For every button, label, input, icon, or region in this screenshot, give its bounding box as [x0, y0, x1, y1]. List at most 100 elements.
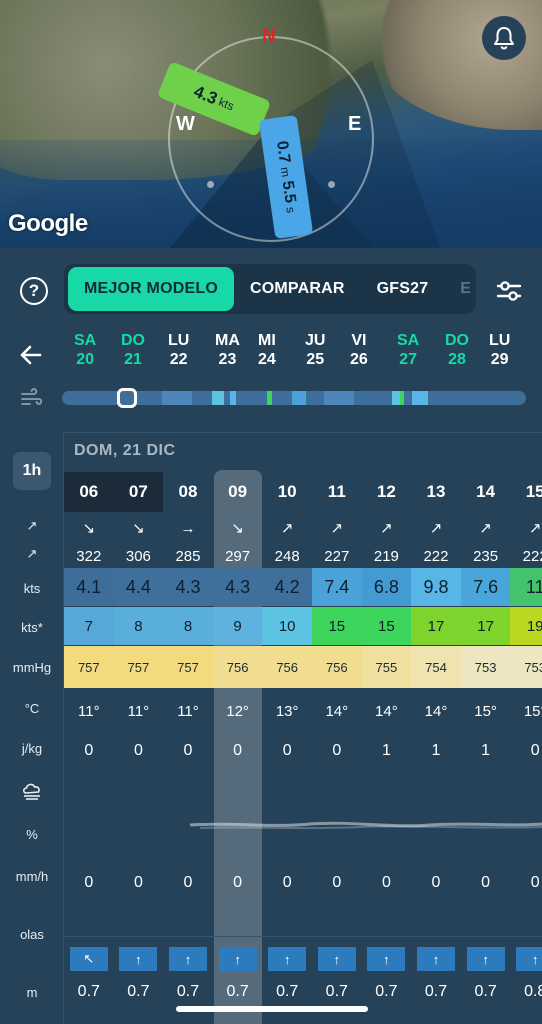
day-number: 24: [258, 351, 276, 368]
wind-direction-degrees: 297: [225, 547, 251, 565]
cape-cell: 0: [133, 742, 143, 759]
temperature-cell: 14°: [325, 702, 349, 720]
day-item[interactable]: LU 29: [489, 331, 510, 369]
hour-column[interactable]: 13 ↗ 222 9.8 17 754 14° 1 0 ↑ 0.7: [411, 470, 461, 1024]
notifications-button[interactable]: [482, 16, 526, 60]
wave-direction-arrow: ↑: [317, 947, 356, 971]
wave-direction-arrow: ↖: [69, 947, 108, 971]
wave-height-cell: 0.7: [127, 983, 150, 1000]
hour-column[interactable]: 11 ↗ 227 7.4 15 756 14° 0 0 ↑ 0.7: [312, 470, 362, 1024]
row-label-wave-meters: m: [26, 985, 38, 1000]
hour-column[interactable]: 09 ↘ 297 4.3 9 756 12° 0 0 ↑ 0.7: [212, 470, 263, 1024]
wind-gust-cell: 19: [510, 607, 542, 645]
timeline-slider-thumb[interactable]: [117, 388, 137, 408]
hour-column[interactable]: 10 ↗ 248 4.2 10 756 13° 0 0 ↑ 0.7: [262, 470, 312, 1024]
cloud-icon: [0, 781, 64, 804]
wave-height-cell: 0.7: [77, 983, 100, 1000]
hour-column[interactable]: 12 ↗ 219 6.8 15 755 14° 1 0 ↑ 0.7: [361, 470, 412, 1024]
hour-column[interactable]: 15 ↗ 222 1119753 15° 0 0 ↑ 0.8: [510, 470, 542, 1024]
tab-best-model[interactable]: MEJOR MODELO: [68, 267, 234, 311]
rain-cell: 0: [233, 874, 243, 891]
bell-icon: [494, 27, 514, 50]
pressure-cell: 757: [163, 646, 213, 688]
day-number: 29: [490, 351, 509, 368]
hour-column[interactable]: 07 ↘ 306 4.4 8 757 11° 0 0 ↑ 0.7: [113, 470, 164, 1024]
wind-speed-cell: 9.8: [411, 568, 461, 606]
row-label-direction: ↗: [26, 518, 38, 533]
temperature-cell: 15°: [474, 702, 497, 720]
hour-column[interactable]: 06 ↘ 322 4.1 7 757 11° 0 0 ↖ 0.7: [64, 470, 114, 1024]
day-item[interactable]: JU 25: [305, 331, 325, 369]
pressure-cell: 754: [411, 646, 461, 688]
day-number: 22: [169, 351, 188, 368]
hour-label: 14: [476, 482, 496, 501]
day-item[interactable]: DO 21: [121, 331, 145, 369]
forecast-grid[interactable]: 06 ↘ 322 4.1 7 757 11° 0 0 ↖ 0.7 07 ↘ 306 4.4 8 757 11° 0 0…: [64, 470, 542, 1024]
cape-cell: 1: [481, 742, 491, 759]
hour-column[interactable]: 14 ↗ 235 7.6 17 753 15° 1 0 ↑ 0.7: [460, 470, 511, 1024]
wave-height-cell: 0.7: [424, 983, 448, 1000]
day-abbr: LU: [489, 332, 511, 349]
day-number: 27: [399, 351, 418, 368]
cape-cell: 0: [530, 742, 540, 759]
day-item[interactable]: VI 26: [350, 331, 368, 369]
rain-cell: 0: [84, 874, 94, 891]
wave-height-cell: 0.7: [176, 983, 200, 1000]
google-logo: Google: [8, 210, 88, 237]
wave-direction-arrow: ↑: [416, 947, 455, 971]
cape-cell: 1: [381, 742, 391, 759]
day-number: 21: [124, 351, 142, 368]
help-button[interactable]: ?: [20, 277, 48, 305]
hour-column[interactable]: 08 → 285 4.3 8 757 11° 0 0 ↑ 0.7: [163, 470, 213, 1024]
wind-map[interactable]: N W E 4.3 kts 0.7 m 5.5 s Google: [0, 0, 542, 248]
wind-speed-cell: 4.2: [262, 568, 312, 606]
compass-north: N: [262, 26, 276, 47]
tab-gfs27[interactable]: GFS27: [361, 267, 445, 311]
day-item[interactable]: LU 22: [168, 331, 189, 369]
wave-height-value: 0.7: [273, 139, 293, 165]
day-abbr: LU: [168, 332, 190, 349]
wave-direction-cell: ↑: [461, 946, 511, 972]
wind-speed-cell: 4.3: [212, 568, 263, 606]
wind-direction-arrow: ↗: [380, 520, 393, 537]
filter-settings-button[interactable]: [496, 278, 522, 309]
wind-direction-degrees: 219: [373, 547, 399, 565]
wave-height-cell: 0.7: [474, 983, 497, 1000]
wind-direction-arrow: ↗: [429, 520, 443, 537]
pressure-cell: 756: [212, 646, 263, 688]
day-item[interactable]: DO 28: [445, 331, 469, 369]
tab-next-model[interactable]: E: [444, 267, 476, 311]
day-item[interactable]: MA 23: [215, 331, 240, 369]
day-item[interactable]: SA 20: [74, 331, 96, 369]
day-item[interactable]: SA 27: [397, 331, 419, 369]
pressure-cell: 756: [312, 646, 362, 688]
model-tabs: MEJOR MODELO COMPARAR GFS27 E: [64, 264, 476, 314]
row-label-cloud-percent: %: [26, 827, 38, 842]
hour-label: 11: [327, 482, 346, 501]
wind-direction-arrow: ↗: [280, 520, 294, 537]
hour-label: 09: [228, 482, 248, 501]
row-label-cape: j/kg: [21, 741, 43, 756]
back-button[interactable]: [20, 345, 42, 370]
wind-icon: [20, 387, 44, 414]
day-number: 25: [306, 351, 325, 368]
day-item[interactable]: MI 24: [258, 331, 276, 369]
wind-direction-degrees: 222: [423, 547, 449, 565]
row-label-kts: kts: [23, 581, 41, 596]
hour-label: 10: [277, 482, 297, 501]
interval-button[interactable]: 1h: [13, 452, 51, 490]
cape-cell: 1: [431, 742, 441, 759]
rain-cell: 0: [530, 874, 540, 891]
temperature-cell: 15°: [523, 702, 542, 720]
temperature-cell: 11°: [78, 702, 100, 720]
tab-compare[interactable]: COMPARAR: [234, 267, 361, 311]
hour-label: 13: [426, 482, 446, 501]
arrow-left-icon: [20, 345, 42, 365]
wave-direction-cell: ↖: [64, 946, 114, 972]
cape-cell: 0: [282, 742, 292, 759]
wind-gust-cell: 9: [212, 607, 263, 645]
day-abbr: DO: [445, 332, 469, 349]
day-number: 20: [76, 351, 95, 368]
compass-east: E: [348, 113, 362, 135]
wind-speed-cell: 4.1: [64, 568, 114, 606]
